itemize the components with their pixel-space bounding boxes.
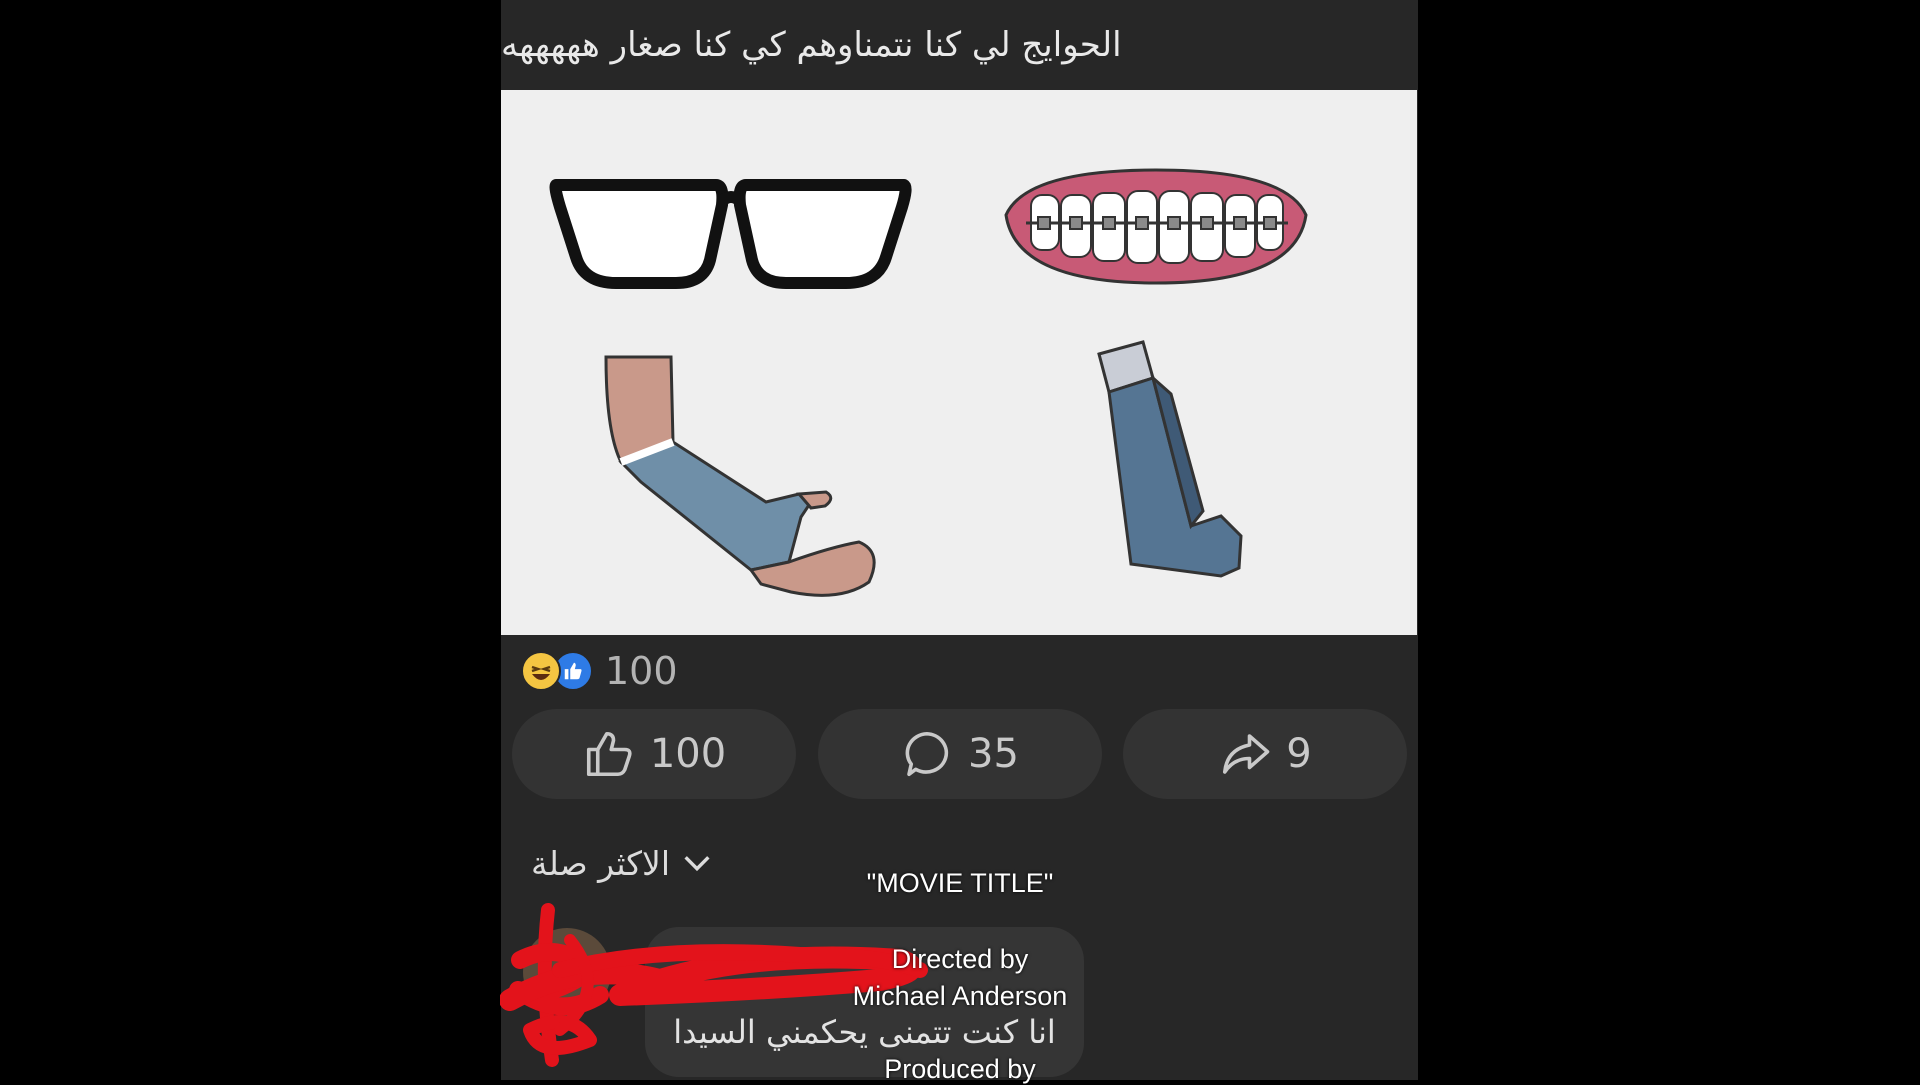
overlay-produced-by: Produced by (884, 1054, 1036, 1084)
like-count: 100 (649, 731, 727, 777)
overlay-directed-by: Directed by (891, 944, 1029, 974)
inhaler-icon (1097, 340, 1243, 578)
braces-icon (1004, 168, 1308, 285)
chevron-down-icon (684, 856, 710, 872)
sort-label: الاكثر صلة (531, 843, 670, 883)
reaction-count: 100 (605, 649, 678, 693)
action-bar: 100 35 9 (512, 709, 1407, 799)
haha-icon (521, 651, 561, 691)
share-arrow-icon (1223, 734, 1270, 774)
reaction-summary[interactable]: 100 (521, 648, 678, 694)
post-caption: الحوايج لي كنا نتمناوهم كي كنا صغار هههه… (501, 25, 1122, 65)
share-button[interactable]: 9 (1123, 709, 1407, 799)
like-button[interactable]: 100 (512, 709, 796, 799)
arm-cast-icon (604, 355, 876, 597)
glasses-icon (549, 179, 912, 289)
comment-sort-dropdown[interactable]: الاكثر صلة (531, 838, 714, 888)
comment-button[interactable]: 35 (817, 709, 1102, 799)
overlay-movie-title: "MOVIE TITLE" (866, 868, 1054, 898)
overlay-director-name: Michael Anderson (852, 981, 1068, 1011)
comment-bubble-icon (905, 731, 949, 777)
thumbs-up-icon (586, 731, 632, 777)
share-count: 9 (1286, 731, 1312, 777)
post-image[interactable] (501, 90, 1417, 635)
comment-count: 35 (968, 731, 1019, 777)
